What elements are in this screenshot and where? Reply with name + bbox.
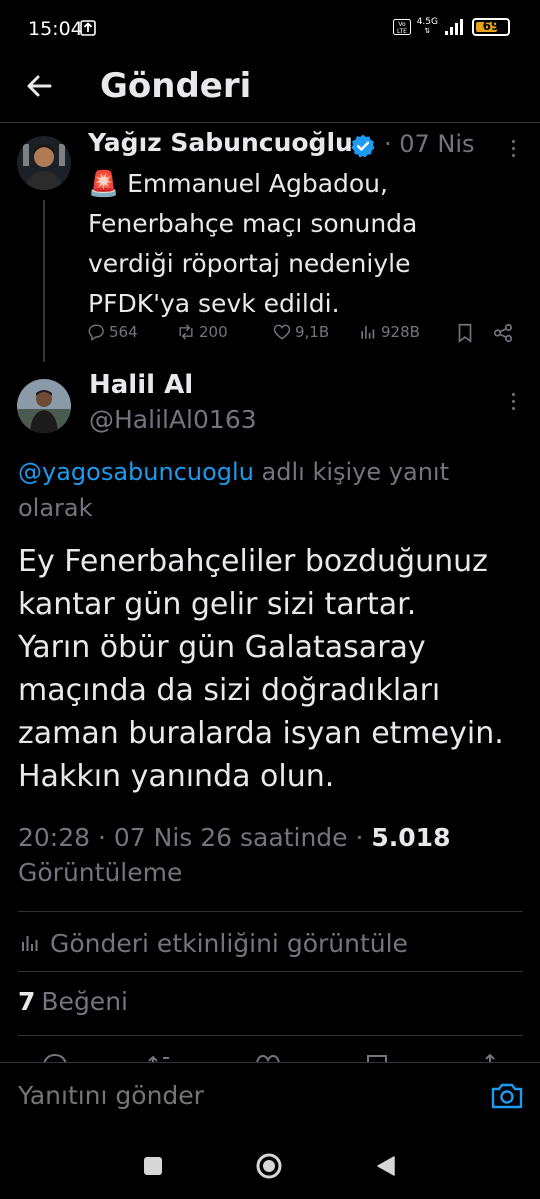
tweet-views-label: Görüntüleme (18, 858, 183, 887)
header-divider (0, 122, 540, 123)
likes-label: Beğeni (41, 987, 128, 1016)
camera-icon[interactable] (490, 1081, 524, 1111)
avatar-image (17, 136, 71, 190)
thread-connector-line (43, 200, 45, 362)
like-count: 9,1B (295, 323, 330, 341)
bookmark-icon[interactable] (454, 322, 476, 344)
views-count: 928B (381, 323, 420, 341)
analytics-icon (361, 326, 375, 339)
reply-text-line: Hakkın yanında olun. (18, 759, 335, 794)
parent-author-avatar[interactable] (17, 136, 71, 190)
verified-badge-icon (351, 134, 375, 158)
reply-input[interactable] (18, 1081, 458, 1110)
divider (18, 971, 523, 972)
replying-to-text: @yagosabuncuoglu adlı kişiye yanıt olara… (18, 454, 518, 526)
parent-action-bar: 564 200 9,1B 928B (86, 322, 516, 354)
status-indicators: Vo LTE 4.5G ⇅ 69 (392, 17, 510, 36)
upload-notification-icon (80, 20, 96, 36)
avatar-image (17, 379, 71, 433)
network-type: 4.5G (416, 17, 438, 27)
tweet-metadata: 20:28 · 07 Nis 26 saatinde · 5.018 Görün… (18, 820, 528, 890)
likes-count: 7 (18, 987, 36, 1016)
parent-more-button[interactable] (503, 133, 523, 163)
retweet-icon[interactable] (145, 1052, 175, 1062)
parent-text-line: Fenerbahçe maçı sonunda (88, 209, 418, 238)
analytics-icon (22, 936, 38, 951)
status-time: 15:04 (28, 18, 83, 40)
reply-author-name[interactable]: Halil Al (89, 370, 193, 400)
parent-author-name[interactable]: Yağız Sabuncuoğlu (88, 128, 353, 157)
reply-text-line: Ey Fenerbahçeliler bozduğunuz (18, 544, 488, 579)
reply-action[interactable]: 564 (86, 322, 138, 342)
activity-label: Gönderi etkinliğini görüntüle (50, 928, 408, 958)
svg-text:LTE: LTE (397, 28, 407, 35)
heart-icon[interactable] (253, 1052, 283, 1062)
tweet-time: 20:28 (18, 823, 91, 852)
views-action[interactable]: 928B (358, 322, 420, 342)
reply-author-handle[interactable]: @HalilAl0163 (89, 405, 257, 434)
divider (18, 911, 523, 912)
parent-text-line: PFDK'ya sevk edildi. (88, 289, 340, 318)
reply-composer (0, 1062, 540, 1128)
replying-to-mention[interactable]: @yagosabuncuoglu (18, 458, 254, 486)
tweet-views-count: 5.018 (371, 823, 451, 852)
back-button[interactable] (22, 68, 58, 104)
reply-count: 564 (109, 323, 138, 341)
system-navigation-bar (0, 1128, 540, 1199)
arrow-left-icon (27, 75, 52, 97)
reply-icon (88, 324, 104, 341)
back-nav-icon[interactable] (375, 1155, 397, 1177)
top-app-bar: Gönderi (0, 60, 540, 120)
page-title: Gönderi (100, 66, 252, 106)
reply-icon[interactable] (40, 1052, 70, 1062)
reply-tweet-text: Ey Fenerbahçeliler bozduğunuz kantar gün… (18, 540, 533, 798)
view-post-activity[interactable]: Gönderi etkinliğini görüntüle (18, 925, 408, 961)
retweet-icon (179, 324, 193, 340)
retweet-action[interactable]: 200 (176, 322, 228, 342)
parent-tweet-text: 🚨 Emmanuel Agbadou, Fenerbahçe maçı sonu… (88, 164, 508, 324)
parent-date: · 07 Nis (384, 130, 475, 158)
retweet-count: 200 (199, 323, 228, 341)
reply-action-bar-partial (0, 1050, 540, 1062)
parent-text-line: verdiği röportaj nedeniyle (88, 249, 411, 278)
reply-text-line: Yarın öbür gün Galatasaray (18, 630, 426, 665)
reply-text-line: zaman buralarda isyan etmeyin. (18, 716, 504, 751)
status-bar: 15:04 Vo LTE 4.5G ⇅ 69 (0, 0, 540, 60)
share-icon[interactable] (492, 322, 514, 344)
battery-icon: 69 (472, 18, 510, 36)
like-action[interactable]: 9,1B (272, 322, 329, 342)
share-icon[interactable] (475, 1052, 505, 1062)
divider (18, 1035, 523, 1036)
home-icon[interactable] (255, 1152, 283, 1180)
signal-icon (445, 19, 463, 35)
reply-text-line: kantar gün gelir sizi tartar. (18, 587, 417, 622)
reply-author-avatar[interactable] (17, 379, 71, 433)
bookmark-icon[interactable] (362, 1052, 392, 1062)
svg-text:Vo: Vo (398, 21, 406, 28)
battery-level: 69 (482, 19, 500, 33)
reply-more-button[interactable] (503, 386, 523, 416)
volte-icon: Vo LTE (392, 19, 411, 35)
likes-summary[interactable]: 7 Beğeni (18, 987, 128, 1021)
parent-text-line: 🚨 Emmanuel Agbadou, (88, 169, 388, 198)
reply-text-line: maçında da sizi doğradıkları (18, 673, 441, 708)
heart-icon (273, 324, 291, 340)
recent-apps-icon[interactable] (143, 1156, 163, 1176)
tweet-date: · 07 Nis 26 saatinde · (98, 823, 364, 852)
